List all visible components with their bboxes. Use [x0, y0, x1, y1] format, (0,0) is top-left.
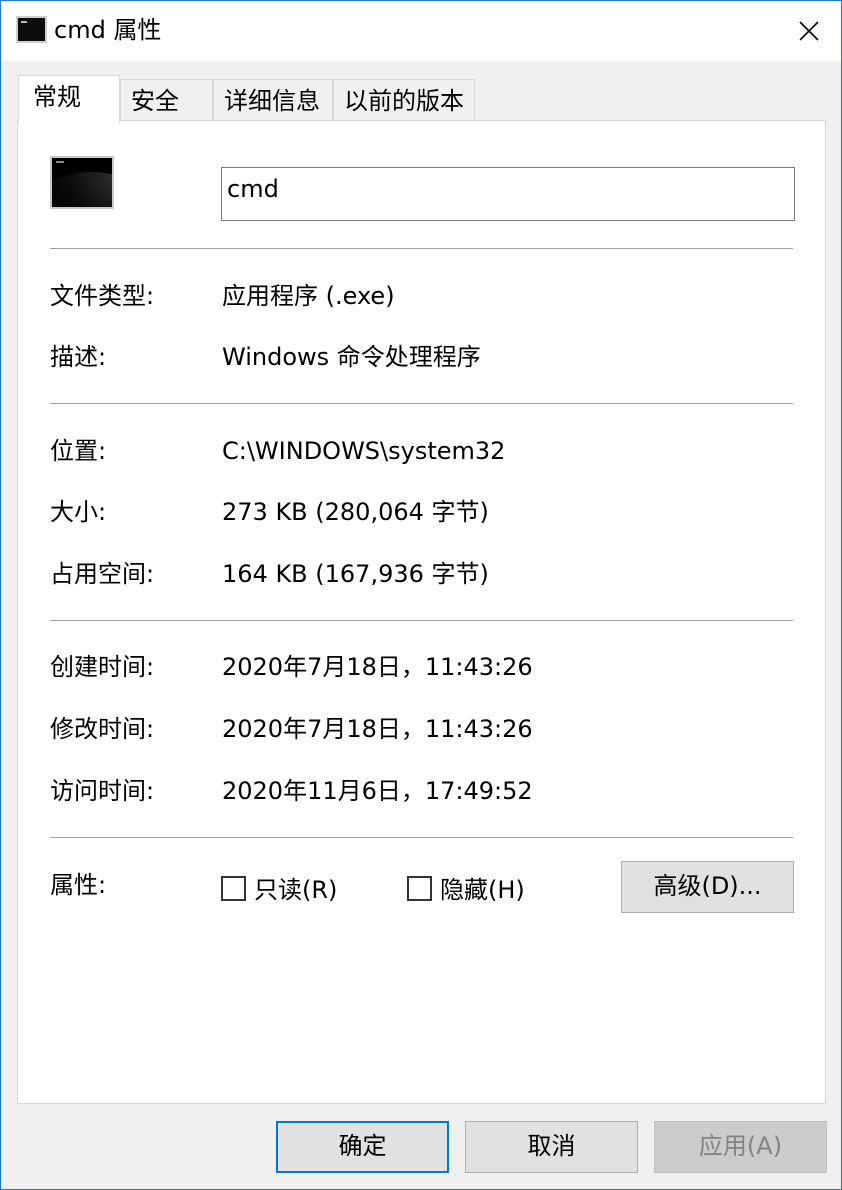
divider — [50, 620, 793, 621]
tab-previous-versions[interactable]: 以前的版本 — [333, 79, 475, 123]
readonly-label[interactable]: 只读(R) — [254, 874, 337, 906]
apply-button[interactable]: 应用(A) — [654, 1121, 827, 1173]
tab-panel-general — [17, 120, 826, 1104]
divider — [50, 248, 793, 249]
ok-button[interactable]: 确定 — [276, 1121, 449, 1173]
modified-value: 2020年7月18日，11:43:26 — [222, 715, 533, 743]
accessed-value: 2020年11月6日，17:49:52 — [222, 777, 533, 805]
properties-dialog: cmd 属性 常规 安全 详细信息 以前的版本 cmd 文件类型: 应用程序 (… — [0, 0, 842, 1190]
advanced-button[interactable]: 高级(D)... — [621, 861, 794, 913]
console-icon — [16, 16, 47, 43]
hidden-label[interactable]: 隐藏(H) — [440, 874, 525, 906]
modified-label: 修改时间: — [50, 715, 155, 743]
accessed-label: 访问时间: — [50, 777, 155, 805]
file-type-label: 文件类型: — [50, 282, 155, 310]
close-button[interactable] — [777, 1, 841, 61]
description-value: Windows 命令处理程序 — [222, 343, 481, 371]
hidden-checkbox[interactable] — [407, 876, 432, 901]
size-on-disk-label: 占用空间: — [50, 560, 155, 588]
divider — [50, 837, 793, 838]
divider — [50, 403, 793, 404]
console-icon — [50, 156, 114, 209]
tab-security[interactable]: 安全 — [120, 79, 213, 123]
location-value[interactable]: C:\WINDOWS\system32 — [222, 435, 505, 467]
tab-details[interactable]: 详细信息 — [213, 79, 333, 123]
description-label: 描述: — [50, 343, 107, 371]
window-title: cmd 属性 — [54, 16, 162, 44]
cancel-button[interactable]: 取消 — [465, 1121, 638, 1173]
attributes-label: 属性: — [50, 871, 107, 899]
close-icon — [799, 21, 819, 41]
file-name-input[interactable]: cmd — [221, 167, 795, 221]
created-value: 2020年7月18日，11:43:26 — [222, 653, 533, 681]
size-label: 大小: — [50, 498, 107, 526]
title-bar[interactable]: cmd 属性 — [1, 1, 841, 61]
size-on-disk-value: 164 KB (167,936 字节) — [222, 560, 489, 588]
tab-general[interactable]: 常规 — [18, 75, 120, 123]
file-type-value: 应用程序 (.exe) — [222, 282, 395, 310]
size-value: 273 KB (280,064 字节) — [222, 498, 489, 526]
created-label: 创建时间: — [50, 653, 155, 681]
location-label: 位置: — [50, 437, 107, 465]
readonly-checkbox[interactable] — [221, 876, 246, 901]
